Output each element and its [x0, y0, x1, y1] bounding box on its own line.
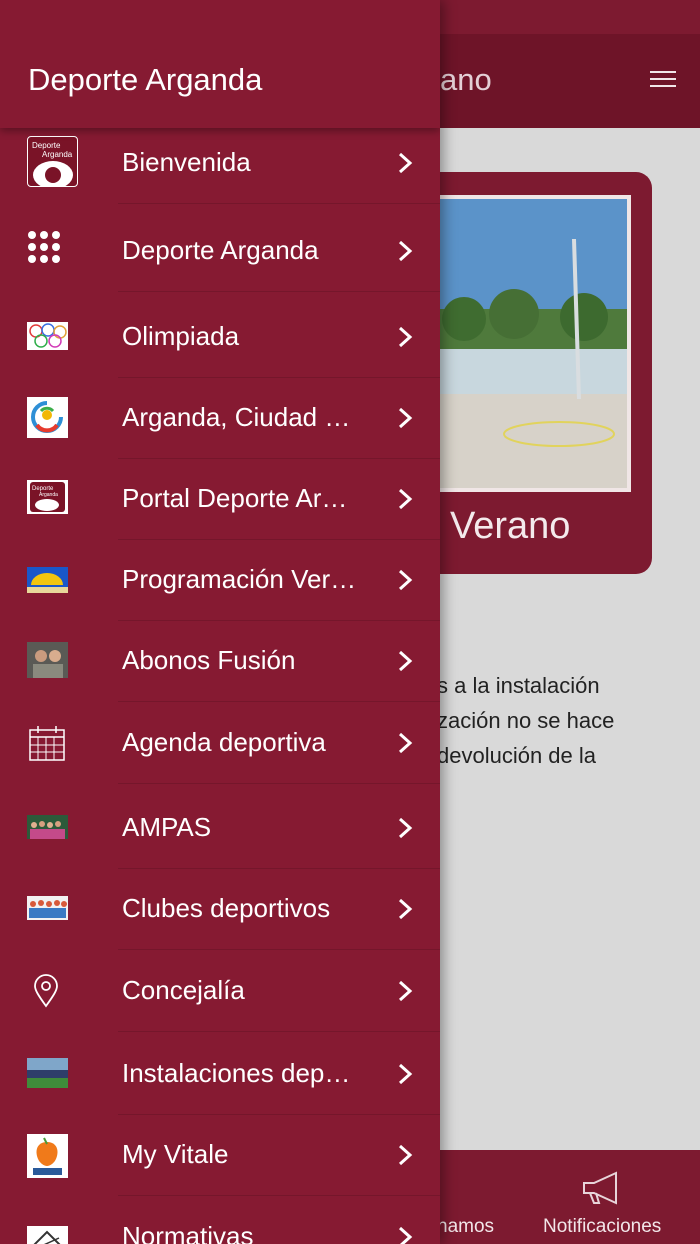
calendar-icon	[29, 726, 65, 761]
menu-item-label: Programación Ver…	[122, 564, 357, 594]
menu-item-label: Olimpiada	[122, 321, 240, 351]
menu-item-label: Clubes deportivos	[122, 893, 331, 923]
megaphone-icon[interactable]	[580, 1170, 626, 1206]
svg-text:Deporte: Deporte	[32, 141, 61, 150]
menu-item-ampas[interactable]: AMPAS	[0, 787, 440, 869]
chevron-right-icon	[398, 488, 413, 510]
chevron-right-icon	[398, 732, 413, 754]
vitale-logo-icon	[27, 1134, 68, 1178]
chevron-right-icon	[398, 1144, 413, 1166]
dots-grid-icon	[28, 231, 60, 263]
chevron-right-icon	[398, 980, 413, 1002]
menu-item-portal-deporte[interactable]: Deporte Arganda Portal Deporte Ar…	[0, 458, 440, 540]
menu-item-label: Deporte Arganda	[122, 235, 319, 265]
menu-item-abonos-fusion[interactable]: Abonos Fusión	[0, 620, 440, 702]
tab-notificaciones[interactable]: Notificaciones	[543, 1216, 661, 1238]
menu-item-label: Agenda deportiva	[122, 727, 326, 757]
menu-item-label: Instalaciones dep…	[122, 1058, 351, 1088]
deporte-arganda-logo-icon: Deporte Arganda	[27, 136, 78, 187]
deporte-arganda-logo-icon: Deporte Arganda	[27, 480, 68, 514]
menu-item-label: AMPAS	[122, 812, 212, 842]
card-label: Verano	[450, 505, 571, 547]
ciudad-logo-icon	[27, 397, 68, 438]
chevron-right-icon	[398, 240, 413, 262]
menu-item-deporte-arganda[interactable]: Deporte Arganda	[0, 210, 440, 292]
chevron-right-icon	[398, 152, 413, 174]
chevron-right-icon	[398, 407, 413, 429]
menu-item-normativas[interactable]: Normativas	[0, 1196, 440, 1244]
menu-item-bienvenida[interactable]: Deporte Arganda Bienvenida	[0, 122, 440, 204]
menu-item-olimpiada[interactable]: Olimpiada	[0, 296, 440, 378]
menu-item-clubes-deportivos[interactable]: Clubes deportivos	[0, 868, 440, 950]
svg-text:Arganda: Arganda	[42, 150, 73, 159]
people-photo-icon	[27, 642, 68, 678]
svg-text:Arganda: Arganda	[39, 492, 58, 498]
menu-item-label: Portal Deporte Ar…	[122, 483, 348, 513]
menu-item-programacion-verano[interactable]: Programación Ver…	[0, 539, 440, 621]
chevron-right-icon	[398, 650, 413, 672]
tab-left-label[interactable]: hamos	[437, 1216, 494, 1238]
menu-item-label: Abonos Fusión	[122, 645, 296, 675]
menu-item-concejalia[interactable]: Concejalía	[0, 950, 440, 1032]
chevron-right-icon	[398, 1226, 413, 1244]
stadium-photo-icon	[27, 1058, 68, 1088]
menu-item-arganda-ciudad[interactable]: Arganda, Ciudad …	[0, 377, 440, 459]
location-pin-icon	[34, 974, 58, 1008]
drawer-title: Deporte Arganda	[28, 62, 263, 97]
chevron-right-icon	[398, 898, 413, 920]
chevron-right-icon	[398, 569, 413, 591]
chevron-right-icon	[398, 326, 413, 348]
menu-item-my-vitale[interactable]: My Vitale	[0, 1114, 440, 1196]
chevron-right-icon	[398, 817, 413, 839]
side-drawer: Deporte Arganda Deporte Arganda Bienvenid…	[0, 0, 440, 1244]
menu-icon[interactable]	[650, 71, 676, 91]
page-title: ano	[440, 62, 492, 97]
olympic-rings-icon	[27, 322, 68, 350]
group-photo-icon	[27, 815, 68, 839]
body-text: s a la instalación zación no se hace dev…	[437, 673, 615, 768]
document-icon	[27, 1226, 68, 1244]
menu-item-label: Normativas	[122, 1221, 254, 1244]
menu-item-agenda-deportiva[interactable]: Agenda deportiva	[0, 702, 440, 784]
drawer-header: Deporte Arganda	[0, 0, 440, 128]
menu-item-label: Bienvenida	[122, 147, 251, 177]
umbrella-sky-icon	[27, 567, 68, 593]
menu-item-instalaciones[interactable]: Instalaciones dep…	[0, 1033, 440, 1115]
menu-item-label: Concejalía	[122, 975, 245, 1005]
menu-item-label: My Vitale	[122, 1139, 229, 1169]
pool-photo	[430, 195, 631, 492]
crowd-photo-icon	[27, 896, 68, 920]
chevron-right-icon	[398, 1063, 413, 1085]
menu-item-label: Arganda, Ciudad …	[122, 402, 351, 432]
